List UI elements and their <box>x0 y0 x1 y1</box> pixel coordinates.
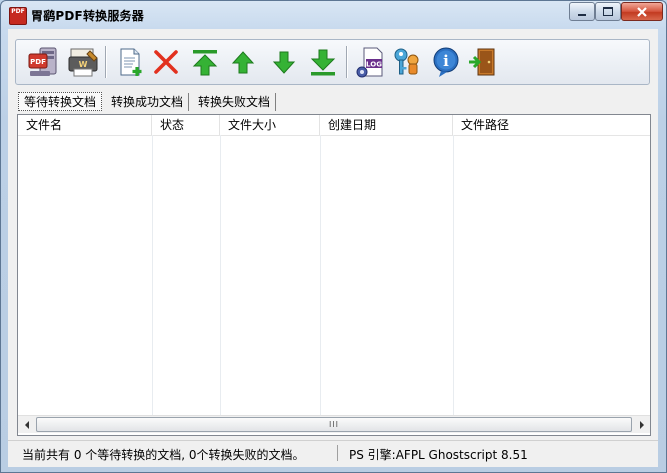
move-up-button[interactable] <box>226 45 260 79</box>
key-button[interactable] <box>390 45 424 79</box>
move-top-icon <box>192 50 218 76</box>
key-icon <box>394 48 419 75</box>
move-bottom-icon <box>310 49 336 76</box>
exit-icon <box>469 48 495 76</box>
column-header-status[interactable]: 状态 <box>152 115 220 135</box>
status-ps-engine: PS 引擎:AFPL Ghostscript 8.51 <box>349 448 528 462</box>
column-header-filesize[interactable]: 文件大小 <box>220 115 320 135</box>
pdf-server-button[interactable]: PDF <box>26 45 60 79</box>
minimize-button[interactable] <box>569 2 595 21</box>
delete-button[interactable] <box>149 45 183 79</box>
column-divider <box>220 135 221 415</box>
move-up-icon <box>231 51 255 74</box>
log-icon: LOG <box>356 47 383 78</box>
move-down-button[interactable] <box>267 45 301 79</box>
scrollbar-thumb[interactable]: III <box>36 417 632 432</box>
info-icon: i <box>433 47 459 77</box>
svg-text:LOG: LOG <box>366 61 382 69</box>
scroll-left-button[interactable] <box>18 416 35 433</box>
tab-success[interactable]: 转换成功文档 <box>106 93 190 111</box>
svg-text:i: i <box>443 52 449 70</box>
client-area: PDF W LOG i 等待转换文档 转换成功文档 转换失败文档 文件名 状态 … <box>8 29 658 467</box>
status-document-count: 当前共有 0 个等待转换的文档, 0个转换失败的文档。 <box>22 448 305 462</box>
column-divider <box>152 135 153 415</box>
toolbar: PDF W LOG i <box>15 39 650 85</box>
app-icon[interactable]: PDF <box>9 7 27 25</box>
toolbar-separator <box>105 46 107 78</box>
tab-waiting[interactable]: 等待转换文档 <box>18 92 103 111</box>
move-top-button[interactable] <box>188 45 222 79</box>
printer-settings-icon: W <box>68 48 98 77</box>
status-bar: 当前共有 0 个等待转换的文档, 0个转换失败的文档。 PS 引擎:AFPL G… <box>8 440 658 465</box>
column-header-path[interactable]: 文件路径 <box>453 115 650 135</box>
pdf-server-icon: PDF <box>28 47 57 76</box>
delete-icon <box>154 50 178 74</box>
window-title: 胃鹞PDF转换服务器 <box>31 9 144 23</box>
move-down-icon <box>272 51 296 74</box>
document-list[interactable]: 文件名 状态 文件大小 创建日期 文件路径 III <box>17 114 651 436</box>
exit-button[interactable] <box>466 45 500 79</box>
column-divider <box>453 135 454 415</box>
column-header-created[interactable]: 创建日期 <box>320 115 453 135</box>
add-document-button[interactable] <box>113 45 147 79</box>
tab-failed[interactable]: 转换失败文档 <box>193 93 277 111</box>
scroll-right-button[interactable] <box>633 416 650 433</box>
list-header: 文件名 状态 文件大小 创建日期 文件路径 <box>18 115 650 136</box>
horizontal-scrollbar[interactable]: III <box>18 415 650 433</box>
close-icon <box>637 6 647 17</box>
chevron-right-icon <box>639 420 644 429</box>
minimize-icon <box>578 13 586 16</box>
maximize-button[interactable] <box>595 2 621 21</box>
svg-text:PDF: PDF <box>30 58 46 66</box>
chevron-left-icon <box>24 420 29 429</box>
title-bar[interactable]: PDF 胃鹞PDF转换服务器 <box>1 1 666 29</box>
printer-settings-button[interactable]: W <box>66 45 100 79</box>
move-bottom-button[interactable] <box>306 45 340 79</box>
column-divider <box>320 135 321 415</box>
column-header-filename[interactable]: 文件名 <box>18 115 152 135</box>
info-button[interactable]: i <box>429 45 463 79</box>
svg-text:W: W <box>79 60 88 69</box>
thumb-grip: III <box>328 420 340 429</box>
status-separator <box>337 445 338 461</box>
add-document-icon <box>120 48 142 76</box>
main-window: PDF 胃鹞PDF转换服务器 PDF W LOG i 等待转换文档 转换成功文档… <box>0 0 667 473</box>
close-button[interactable] <box>621 2 663 21</box>
log-button[interactable]: LOG <box>354 45 388 79</box>
maximize-icon <box>603 7 613 16</box>
toolbar-separator <box>346 46 348 78</box>
